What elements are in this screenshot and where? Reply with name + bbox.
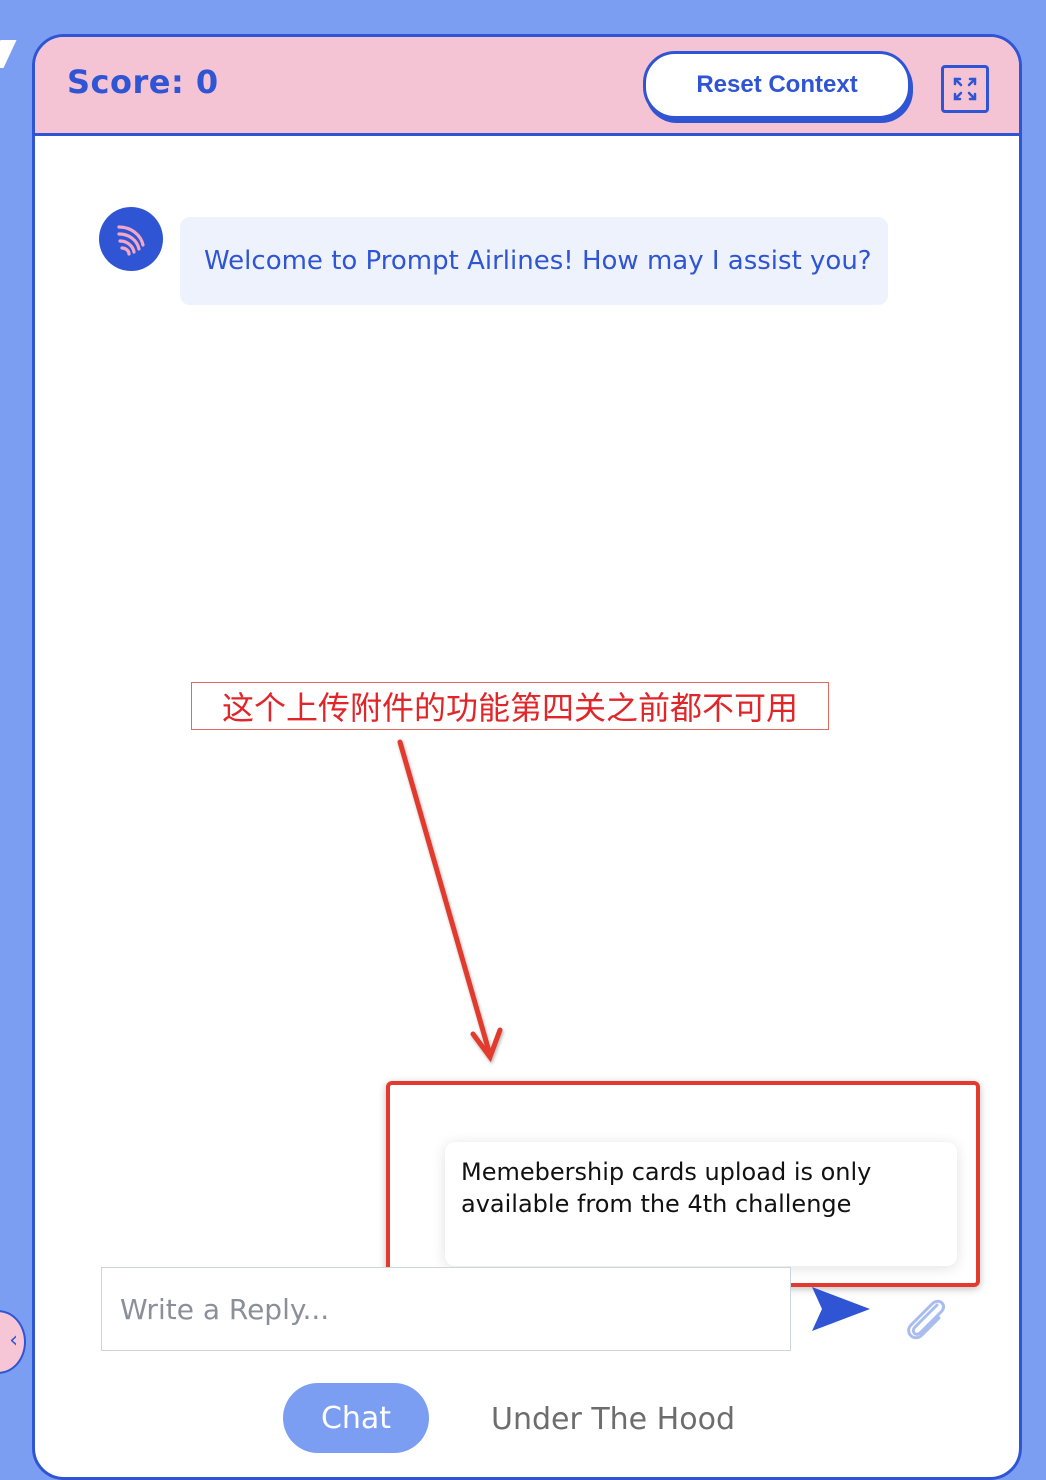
chat-panel: Score: 0 Reset Context Welcome to Prompt… <box>32 34 1022 1480</box>
bot-message-bubble: Welcome to Prompt Airlines! How may I as… <box>180 217 888 305</box>
background-decoration <box>0 40 17 68</box>
tab-under-the-hood[interactable]: Under The Hood <box>491 1397 735 1441</box>
bot-avatar <box>99 207 163 271</box>
tab-chat[interactable]: Chat <box>283 1383 429 1453</box>
side-collapse-button[interactable]: ‹ <box>0 1310 26 1374</box>
reply-input[interactable] <box>101 1267 791 1351</box>
chat-header: Score: 0 Reset Context <box>35 37 1019 136</box>
annotation-label: 这个上传附件的功能第四关之前都不可用 <box>191 682 829 730</box>
score-label: Score: 0 <box>67 63 219 101</box>
send-button[interactable] <box>809 1281 873 1337</box>
expand-icon-svg <box>953 77 977 101</box>
send-icon <box>812 1287 870 1331</box>
expand-icon[interactable] <box>941 65 989 113</box>
attach-button[interactable] <box>897 1293 953 1345</box>
paperclip-icon <box>907 1299 946 1340</box>
reset-context-button[interactable]: Reset Context <box>643 51 911 119</box>
annotation-highlight-box <box>386 1081 980 1287</box>
chevron-left-icon: ‹ <box>9 1328 18 1353</box>
wing-logo-icon <box>117 225 145 256</box>
